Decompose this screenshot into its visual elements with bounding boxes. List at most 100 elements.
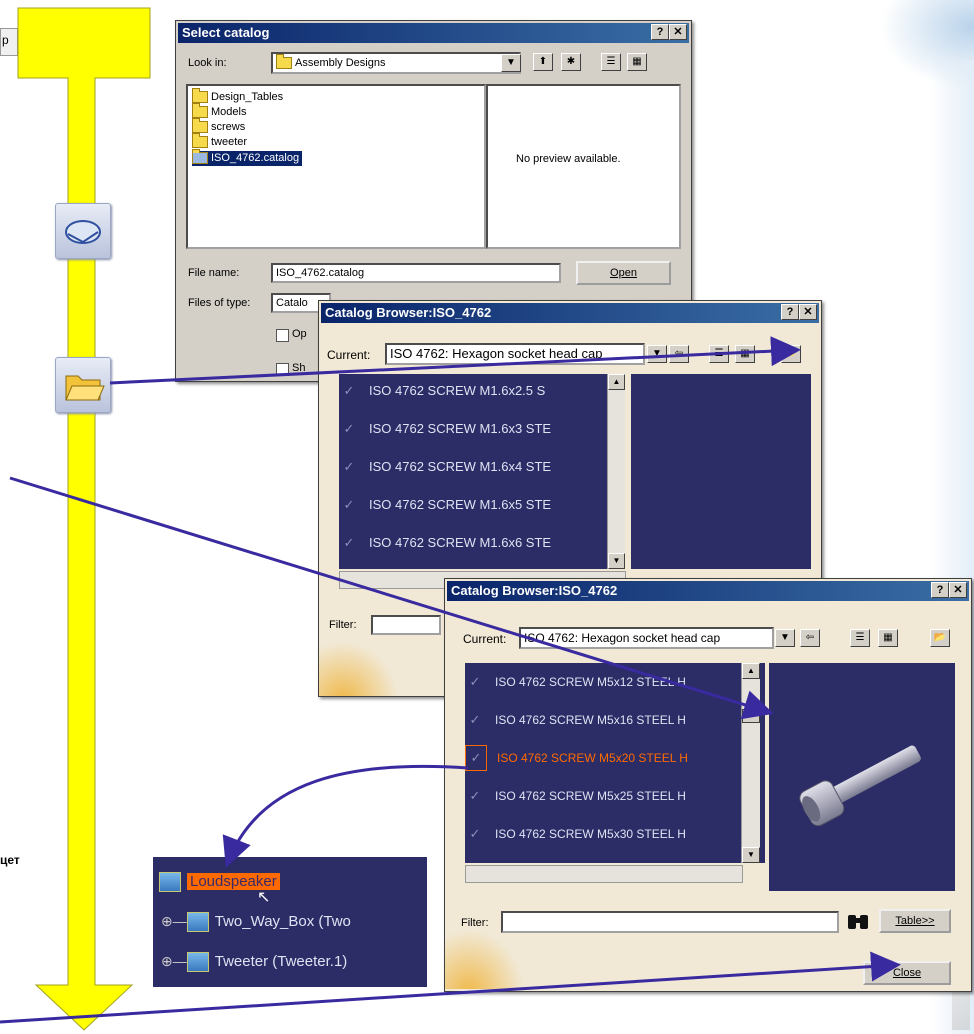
previous-chapter-button[interactable]: ⇦: [669, 345, 689, 363]
open-button[interactable]: Open: [576, 261, 671, 285]
show-preview-checkbox[interactable]: [276, 363, 289, 376]
file-item-screws[interactable]: screws: [192, 118, 480, 135]
check-icon: ✓: [343, 459, 355, 474]
product-icon: [186, 952, 209, 972]
file-list[interactable]: Design_Tables Models screws tweeter ISO_…: [186, 84, 486, 249]
current-dropdown-arrow[interactable]: ▼: [775, 629, 795, 647]
list-view-button[interactable]: ☰: [709, 345, 729, 363]
catalog-list-scrollbar[interactable]: ▲ ▼: [741, 663, 760, 863]
catalog-item[interactable]: ✓ ISO 4762 SCREW M1.6x2.5 S: [339, 374, 546, 408]
previous-chapter-button[interactable]: ⇦: [800, 629, 820, 647]
folder-icon: [192, 133, 208, 149]
preview-text: No preview available.: [516, 153, 621, 165]
catalog-book-icon: [65, 220, 101, 244]
check-icon: ✓: [343, 535, 355, 550]
file-item-tweeter[interactable]: tweeter: [192, 133, 480, 150]
search-binoculars-glyph: [848, 915, 868, 929]
scroll-down-button[interactable]: ▼: [608, 553, 625, 569]
check-icon: ✓: [469, 788, 481, 803]
open-readonly-label: Op: [292, 328, 307, 340]
list-view-button[interactable]: ☰: [850, 629, 870, 647]
expand-icon[interactable]: ⊕—: [161, 913, 187, 929]
open-catalog-icon[interactable]: [55, 357, 111, 413]
list-view-button[interactable]: ☰: [601, 53, 621, 71]
preview-panel: [631, 374, 811, 569]
look-in-dropdown-arrow[interactable]: ▼: [501, 54, 521, 72]
tree-item-tweeter[interactable]: ⊕— Tweeter (Tweeter.1): [161, 952, 347, 972]
filter-input[interactable]: [501, 911, 839, 933]
show-preview-label: Sh: [292, 362, 306, 374]
catalog-item-list[interactable]: ✓ ISO 4762 SCREW M5x12 STEEL H ✓ ISO 4762 …: [465, 663, 765, 863]
details-view-button[interactable]: ▦: [735, 345, 755, 363]
look-in-select[interactable]: Assembly Designs: [271, 52, 521, 74]
catalog-browser-icon[interactable]: [55, 203, 111, 259]
help-button[interactable]: ?: [931, 582, 949, 598]
specification-tree: Loudspeaker ⊕— Two_Way_Box (Two ⊕— Tweeter…: [153, 857, 427, 987]
catalog-file-icon: [192, 149, 208, 165]
details-view-button[interactable]: ▦: [878, 629, 898, 647]
close-button[interactable]: ✕: [799, 304, 817, 320]
top-fragment-text: р: [2, 33, 9, 47]
filter-input[interactable]: [371, 615, 441, 635]
file-item-catalog[interactable]: ISO_4762.catalog: [192, 149, 303, 166]
catalog-item[interactable]: ✓ ISO 4762 SCREW M5x25 STEEL H: [465, 779, 686, 813]
filter-label: Filter:: [329, 619, 357, 631]
up-folder-button[interactable]: ⬆: [533, 53, 553, 71]
current-dropdown-arrow[interactable]: ▼: [647, 345, 667, 363]
scroll-thumb[interactable]: [742, 709, 760, 723]
catalog-item[interactable]: ✓ ISO 4762 SCREW M5x12 STEEL H: [465, 665, 686, 699]
table-button[interactable]: Table>>: [879, 909, 951, 933]
catalog-browser-1-title: Catalog Browser:ISO_4762: [321, 303, 819, 323]
mid-fragment-text: цет: [0, 853, 20, 867]
new-folder-button[interactable]: ✱: [561, 53, 581, 71]
file-name-input[interactable]: ISO_4762.catalog: [271, 263, 561, 283]
catalog-item[interactable]: ✓ ISO 4762 SCREW M1.6x6 STE: [339, 526, 552, 560]
dialog-title: Select catalog: [178, 23, 689, 43]
horizontal-scrollbar[interactable]: [465, 865, 743, 883]
check-icon: ✓: [343, 497, 355, 512]
catalog-item[interactable]: ✓ ISO 4762 SCREW M1.6x5 STE: [339, 488, 552, 522]
binoculars-icon[interactable]: [845, 911, 871, 933]
catalog-item[interactable]: ✓ ISO 4762 SCREW M5x16 STEEL H: [465, 703, 686, 737]
check-icon: ✓: [465, 745, 487, 771]
details-view-button[interactable]: ▦: [627, 53, 647, 71]
catalog-item[interactable]: ✓ ISO 4762 SCREW M5x30 STEEL H: [465, 817, 686, 851]
scroll-up-button[interactable]: ▲: [608, 374, 625, 390]
catalog-item-list[interactable]: ✓ ISO 4762 SCREW M1.6x2.5 S ✓ ISO 4762 SCR…: [339, 374, 624, 569]
open-readonly-checkbox[interactable]: [276, 329, 289, 342]
catalog-list-scrollbar[interactable]: ▲ ▼: [607, 374, 625, 569]
tree-item-label: Two_Way_Box (Two: [214, 912, 351, 930]
file-item-models[interactable]: Models: [192, 103, 480, 120]
close-dialog-button[interactable]: Close: [863, 961, 951, 985]
catalog-item[interactable]: ✓ ISO 4762 SCREW M1.6x4 STE: [339, 450, 552, 484]
check-icon: ✓: [469, 674, 481, 689]
tree-item-two-way-box[interactable]: ⊕— Two_Way_Box (Two: [161, 912, 351, 932]
screw-preview-image: [799, 745, 921, 827]
folder-icon: [276, 54, 292, 70]
close-button[interactable]: ✕: [949, 582, 967, 598]
catalog-item-selected[interactable]: ✓ ISO 4762 SCREW M5x20 STEEL H: [465, 741, 688, 775]
check-icon: ✓: [469, 826, 481, 841]
file-name-label: File name:: [188, 267, 240, 279]
close-button[interactable]: ✕: [669, 24, 687, 40]
open-catalog-button[interactable]: 📂: [930, 629, 950, 647]
current-chapter-select[interactable]: ISO 4762: Hexagon socket head cap: [519, 627, 774, 649]
open-folder-icon: [65, 375, 105, 401]
help-button[interactable]: ?: [781, 304, 799, 320]
decorative-swirl: [319, 641, 399, 696]
product-icon: [159, 872, 181, 892]
open-catalog-button[interactable]: 📂: [781, 345, 801, 363]
file-item-design-tables[interactable]: Design_Tables: [192, 88, 480, 105]
scroll-up-button[interactable]: ▲: [742, 663, 760, 679]
current-chapter-select[interactable]: ISO 4762: Hexagon socket head cap: [385, 343, 645, 365]
filter-label: Filter:: [461, 917, 489, 929]
scroll-down-button[interactable]: ▼: [742, 847, 760, 863]
current-label: Current:: [327, 348, 371, 362]
check-icon: ✓: [343, 421, 355, 436]
current-label: Current:: [463, 632, 507, 646]
help-button[interactable]: ?: [651, 24, 669, 40]
catalog-item[interactable]: ✓ ISO 4762 SCREW M1.6x3 STE: [339, 412, 552, 446]
mouse-cursor-icon: ↖: [257, 889, 271, 906]
flow-arrow-insert: [222, 764, 469, 868]
expand-icon[interactable]: ⊕—: [161, 953, 187, 969]
